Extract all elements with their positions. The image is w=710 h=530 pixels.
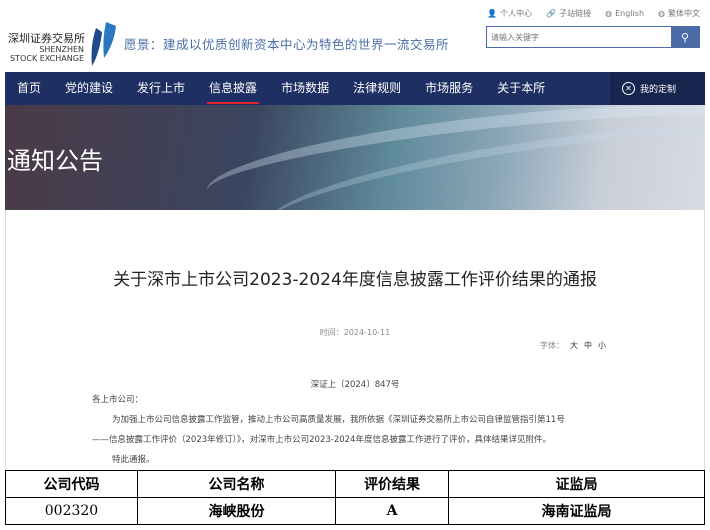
salutation: 各上市公司：: [92, 395, 144, 405]
search-box: ⚲: [486, 26, 700, 48]
document-number: 深证上〔2024〕847号: [310, 380, 400, 390]
font-small[interactable]: 小: [598, 341, 606, 350]
banner: 通知公告: [5, 105, 705, 210]
english-link[interactable]: ◍ English: [605, 8, 644, 19]
cell-bureau: 海南证监局: [448, 497, 705, 525]
font-size-control: 字体：大中小: [540, 341, 606, 350]
substation-link[interactable]: 🔗 子站链接: [546, 8, 591, 19]
result-table: 公司代码 公司名称 评价结果 证监局 002320 海峡股份 A 海南证监局: [5, 470, 705, 525]
header-code: 公司代码: [5, 470, 138, 498]
header-result: 评价结果: [335, 470, 449, 498]
article-title: 关于深市上市公司2023-2024年度信息披露工作评价结果的通报: [113, 270, 597, 290]
nav-listing[interactable]: 发行上市: [125, 72, 197, 105]
publish-time: 时间：2024-10-11: [319, 328, 391, 337]
search-icon: ⚲: [680, 30, 690, 44]
table-row: 002320 海峡股份 A 海南证监局: [5, 497, 705, 525]
user-icon: 👤: [487, 9, 498, 18]
header-name: 公司名称: [137, 470, 336, 498]
nav-services[interactable]: 市场服务: [413, 72, 485, 105]
search-button[interactable]: ⚲: [671, 27, 699, 47]
globe-icon: ◍: [605, 9, 613, 18]
globe-icon: ◍: [658, 9, 665, 18]
cell-code: 002320: [5, 497, 138, 525]
cell-name: 海峡股份: [137, 497, 336, 525]
search-input[interactable]: [487, 27, 671, 47]
body-paragraph-cont: ——信息披露工作评价（2023年修订）》，对深市上市公司2023-2024年度信…: [92, 435, 551, 445]
body-paragraph: 为加强上市公司信息披露工作监管，推动上市公司高质量发展，我所依据《深圳证券交易所…: [112, 415, 565, 425]
my-custom-button[interactable]: ✕ 我的定制: [610, 72, 705, 105]
logo-cn[interactable]: 深圳证券交易所: [8, 30, 85, 46]
top-links: 👤 个人中心 🔗 子站链接 ◍ English ◍ 繁体中文: [487, 8, 700, 19]
logo-en: SHENZHEN STOCK EXCHANGE: [10, 45, 84, 63]
nav-rules[interactable]: 法律规则: [341, 72, 413, 105]
font-medium[interactable]: 中: [584, 341, 592, 350]
nav-market-data[interactable]: 市场数据: [269, 72, 341, 105]
nav-home[interactable]: 首页: [5, 72, 53, 105]
header-bureau: 证监局: [448, 470, 705, 498]
szse-logo-icon: [91, 22, 116, 66]
closing: 特此通报。: [112, 455, 155, 465]
table-header-row: 公司代码 公司名称 评价结果 证监局: [5, 470, 705, 498]
main-nav: 首页 党的建设 发行上市 信息披露 市场数据 法律规则 市场服务 关于本所 ✕ 我…: [5, 72, 705, 105]
banner-title: 通知公告: [7, 147, 103, 175]
slogan: 愿景：建成以优质创新资本中心为特色的世界一流交易所: [124, 37, 450, 52]
personal-center-link[interactable]: 👤 个人中心: [487, 8, 532, 19]
traditional-chinese-link[interactable]: ◍ 繁体中文: [658, 8, 700, 19]
nav-party[interactable]: 党的建设: [53, 72, 125, 105]
cell-result: A: [335, 497, 449, 525]
link-icon: 🔗: [546, 9, 557, 18]
nav-about[interactable]: 关于本所: [485, 72, 557, 105]
font-large[interactable]: 大: [570, 341, 578, 350]
compass-icon: ✕: [622, 82, 635, 95]
nav-disclosure[interactable]: 信息披露: [197, 72, 269, 105]
